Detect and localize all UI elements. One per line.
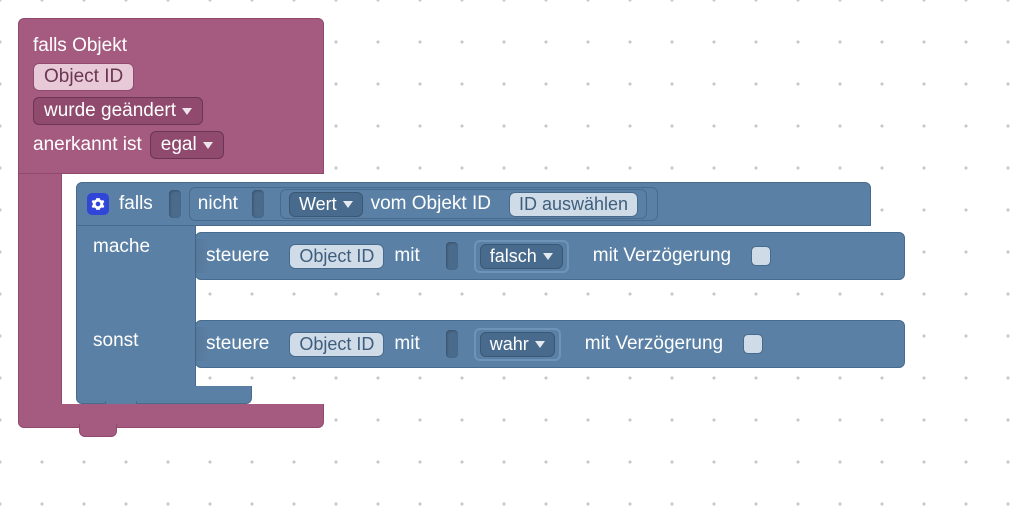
not-block[interactable]: nicht Wert vom Objekt ID ID auswählen xyxy=(189,187,658,221)
delay-label-else: mit Verzögerung xyxy=(585,333,723,355)
trigger-left-bar xyxy=(18,174,62,404)
select-id-chip[interactable]: ID auswählen xyxy=(509,192,638,217)
chevron-down-icon xyxy=(343,201,353,208)
get-value-block[interactable]: Wert vom Objekt ID ID auswählen xyxy=(280,189,647,219)
trigger-body: falls nicht Wert vom Objekt ID I xyxy=(18,174,1024,404)
true-dropdown[interactable]: wahr xyxy=(480,332,555,357)
true-dropdown-label: wahr xyxy=(490,334,529,355)
do-label: mache xyxy=(93,236,183,258)
trigger-event-value: wurde geändert xyxy=(44,100,176,122)
chevron-down-icon xyxy=(543,253,553,260)
do-slot[interactable]: steuere Object ID mit falsch xyxy=(196,226,905,298)
if-rail: mache sonst xyxy=(76,226,196,386)
control-block-do[interactable]: steuere Object ID mit falsch xyxy=(195,232,905,280)
trigger-block[interactable]: falls Objekt Object ID wurde geändert an… xyxy=(18,18,324,174)
select-id-label: ID auswählen xyxy=(519,194,628,215)
trigger-ack-label: anerkannt ist xyxy=(33,134,142,156)
chevron-down-icon xyxy=(535,341,545,348)
control-block-else[interactable]: steuere Object ID mit wahr xyxy=(195,320,905,368)
chevron-down-icon xyxy=(203,142,213,149)
trigger-object-chip[interactable]: Object ID xyxy=(33,63,134,91)
else-label: sonst xyxy=(93,330,183,352)
control-object-chip-do[interactable]: Object ID xyxy=(289,244,384,269)
if-condition-socket[interactable] xyxy=(169,190,181,218)
block-canvas[interactable]: falls Objekt Object ID wurde geändert an… xyxy=(0,0,1024,428)
trigger-bottom xyxy=(18,404,324,428)
delay-label-do: mit Verzögerung xyxy=(593,245,731,267)
if-else-block[interactable]: falls nicht Wert vom Objekt ID I xyxy=(76,182,1024,404)
delay-checkbox-else[interactable] xyxy=(743,334,763,354)
value-socket-else[interactable] xyxy=(446,330,458,358)
with-label-do: mit xyxy=(394,245,419,267)
false-dropdown[interactable]: falsch xyxy=(480,244,563,269)
value-block-false[interactable]: falsch xyxy=(474,240,569,273)
not-label: nicht xyxy=(198,193,238,215)
if-label: falls xyxy=(119,193,153,215)
delay-checkbox-do[interactable] xyxy=(751,246,771,266)
trigger-title: falls Objekt xyxy=(33,35,127,57)
control-label-else: steuere xyxy=(206,333,269,355)
false-dropdown-label: falsch xyxy=(490,246,537,267)
trigger-object-label: Object ID xyxy=(44,66,123,88)
if-header[interactable]: falls nicht Wert vom Objekt ID I xyxy=(76,182,871,226)
value-dropdown-label: Wert xyxy=(299,194,337,215)
value-dropdown[interactable]: Wert xyxy=(289,192,363,217)
not-input-socket[interactable] xyxy=(252,190,264,218)
gear-icon[interactable] xyxy=(87,193,109,215)
trigger-ack-dropdown[interactable]: egal xyxy=(150,131,224,159)
control-object-chip-else[interactable]: Object ID xyxy=(289,332,384,357)
trigger-ack-value: egal xyxy=(161,134,197,156)
trigger-event-dropdown[interactable]: wurde geändert xyxy=(33,97,203,125)
else-slot[interactable]: steuere Object ID mit wahr xyxy=(196,298,905,386)
control-label: steuere xyxy=(206,245,269,267)
value-block-true[interactable]: wahr xyxy=(474,328,561,361)
control-object-chip-else-label: Object ID xyxy=(299,334,374,355)
from-object-label: vom Objekt ID xyxy=(371,193,491,215)
chevron-down-icon xyxy=(182,108,192,115)
if-bottom xyxy=(76,386,252,404)
control-object-chip-do-label: Object ID xyxy=(299,246,374,267)
value-socket-do[interactable] xyxy=(446,242,458,270)
with-label-else: mit xyxy=(394,333,419,355)
